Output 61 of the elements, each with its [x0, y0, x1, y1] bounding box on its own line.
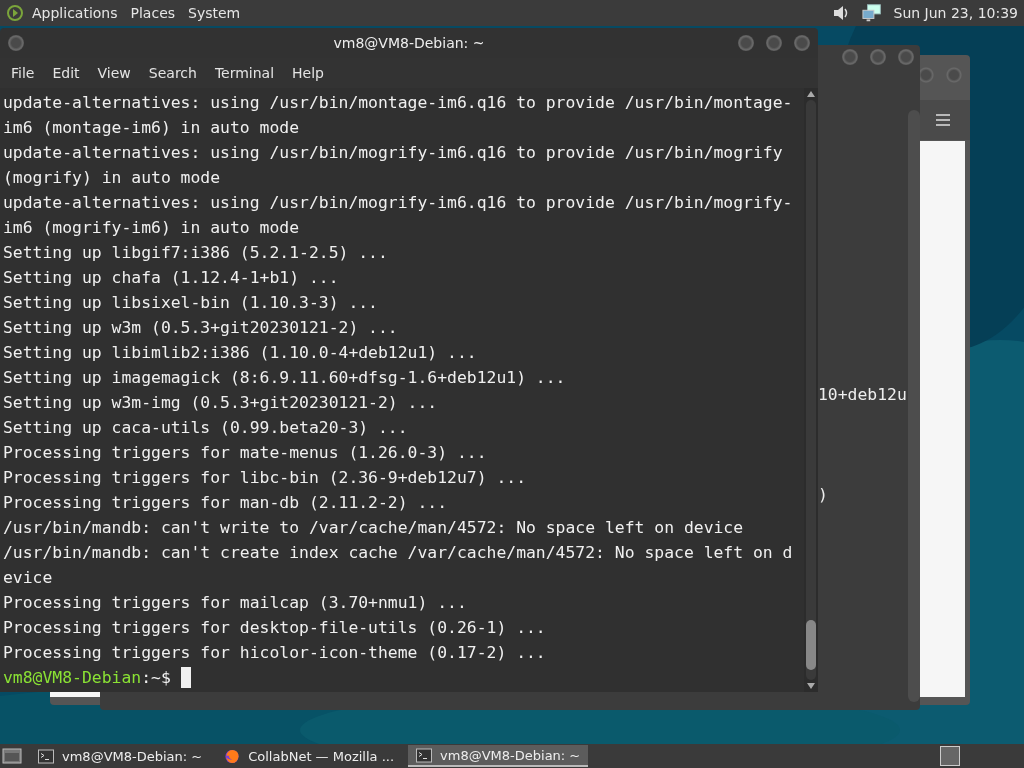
terminal-line: update-alternatives: using /usr/bin/montage-im6.q16 to provide /usr/bin/montage- [3, 92, 794, 114]
window-button[interactable] [870, 49, 886, 65]
terminal-icon [38, 748, 54, 764]
terminal-line: /usr/bin/mandb: can't create index cache /var/cache/man/4572: No space left on d [3, 542, 794, 564]
window-button[interactable] [842, 49, 858, 65]
terminal-line: im6 (mogrify-im6) in auto mode [3, 217, 301, 239]
maximize-button[interactable] [766, 35, 782, 51]
minimize-button[interactable] [738, 35, 754, 51]
taskbar-button[interactable]: vm8@VM8-Debian: ~ [30, 745, 211, 767]
terminal-line: Processing triggers for desktop-file-utils (0.26-1) ... [3, 617, 547, 639]
terminal-line: Processing triggers for man-db (2.11.2-2) ... [3, 492, 449, 514]
scroll-up-icon[interactable] [807, 91, 815, 97]
terminal-line: Processing triggers for libc-bin (2.36-9+deb12u7) ... [3, 467, 527, 489]
scrollbar[interactable] [908, 110, 920, 702]
terminal-line: evice [3, 567, 54, 589]
window-button[interactable] [898, 49, 914, 65]
clock[interactable]: Sun Jun 23, 10:39 [893, 5, 1018, 21]
fox-globe-icon [224, 748, 241, 764]
menu-item[interactable]: Edit [43, 65, 89, 81]
terminal-line: Setting up libgif7:i386 (5.2.1-2.5) ... [3, 242, 389, 264]
terminal-line: Setting up caca-utils (0.99.beta20-3) ... [3, 417, 409, 439]
network-icon[interactable] [861, 3, 884, 23]
workspace-switcher[interactable] [940, 746, 960, 766]
window-menu-button[interactable] [8, 35, 24, 51]
terminal-icon [416, 747, 433, 763]
menu-item[interactable]: Search [139, 65, 206, 81]
scrollbar[interactable] [804, 88, 818, 692]
panel-menu[interactable]: System [188, 5, 241, 21]
scrollbar-thumb[interactable] [806, 620, 816, 670]
show-desktop-icon[interactable] [2, 747, 22, 765]
terminal-line: update-alternatives: using /usr/bin/mogrify-im6.q16 to provide /usr/bin/mogrify [3, 142, 784, 164]
close-button[interactable] [794, 35, 810, 51]
terminal-text: 10+deb12u [818, 384, 907, 406]
terminal-line: Setting up chafa (1.12.4-1+b1) ... [3, 267, 340, 289]
terminal-line: Processing triggers for mailcap (3.70+nmu1) ... [3, 592, 468, 614]
text-cursor [180, 667, 191, 688]
panel-menu[interactable]: Places [130, 5, 176, 21]
taskbar-button[interactable]: vm8@VM8-Debian: ~ [408, 745, 589, 767]
taskbar-button[interactable]: CollabNet — Mozilla ... [216, 745, 403, 767]
terminal-text: ) [818, 484, 828, 506]
terminal-line: Setting up w3m-img (0.5.3+git20230121-2) ... [3, 392, 439, 414]
terminal-line: (mogrify) in auto mode [3, 167, 222, 189]
terminal-line: Setting up w3m (0.5.3+git20230121-2) ... [3, 317, 399, 339]
terminal-line: update-alternatives: using /usr/bin/mogrify-im6.q16 to provide /usr/bin/mogrify- [3, 192, 794, 214]
terminal-line: Processing triggers for mate-menus (1.26.0-3) ... [3, 442, 488, 464]
menu-icon[interactable] [936, 114, 950, 126]
menu-item[interactable]: Help [283, 65, 333, 81]
menu-logo-icon[interactable] [6, 4, 24, 22]
prompt-user-host: vm8@VM8-Debian [3, 667, 142, 689]
terminal-line: im6 (montage-im6) in auto mode [3, 117, 301, 139]
prompt-path: :~$ [141, 667, 171, 689]
terminal-line: Setting up imagemagick (8:6.9.11.60+dfsg-1.6+deb12u1) ... [3, 367, 567, 389]
menu-item[interactable]: View [88, 65, 140, 81]
terminal-line: Setting up libimlib2:i386 (1.10.0-4+deb12u1) ... [3, 342, 478, 364]
menu-item[interactable]: File [2, 65, 44, 81]
terminal-line: Setting up libsixel-bin (1.10.3-3) ... [3, 292, 379, 314]
panel-menu[interactable]: Applications [32, 5, 118, 21]
terminal-line: /usr/bin/mandb: can't write to /var/cache/man/4572: No space left on device [3, 517, 745, 539]
window-title: vm8@VM8-Debian: ~ [333, 35, 485, 51]
terminal-line: Processing triggers for hicolor-icon-theme (0.17-2) ... [3, 642, 547, 664]
menu-item[interactable]: Terminal [205, 65, 284, 81]
